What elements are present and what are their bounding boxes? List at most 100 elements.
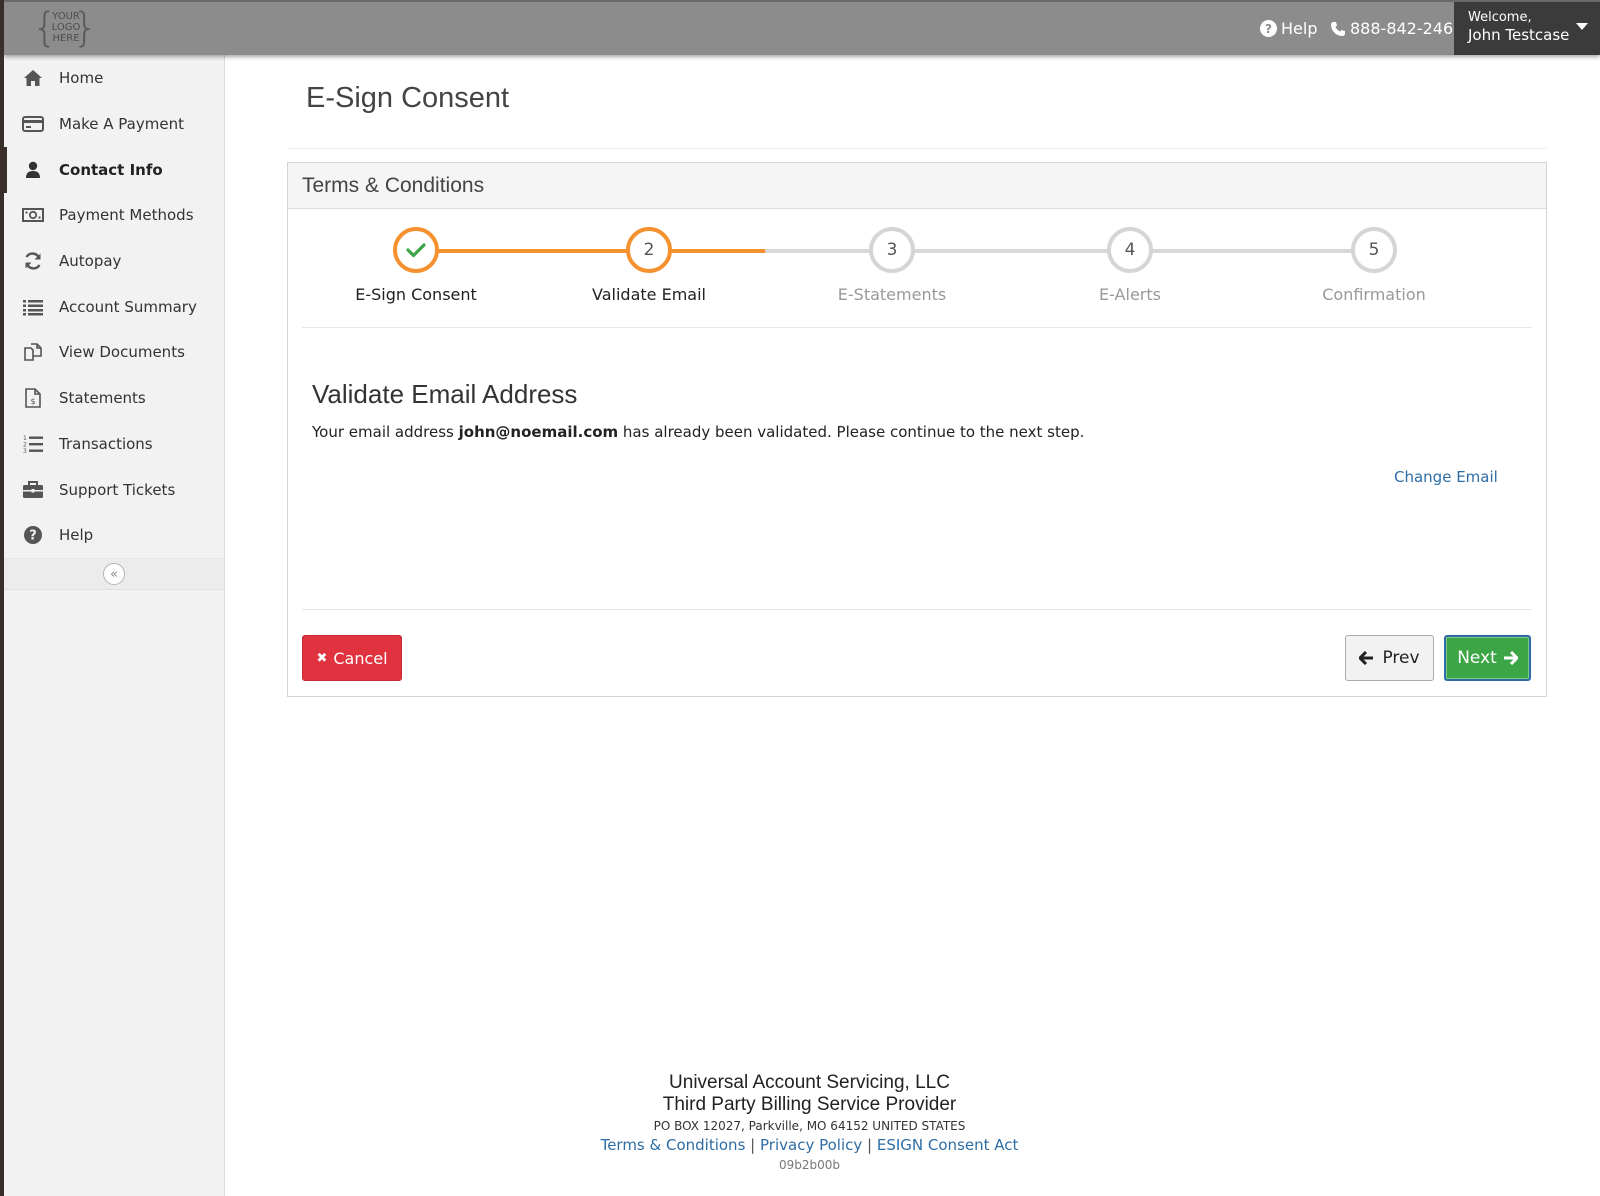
user-menu[interactable]: Welcome, John Testcase	[1454, 2, 1600, 55]
header-help-link[interactable]: ? Help	[1260, 19, 1317, 38]
documents-icon	[22, 342, 44, 362]
sidebar-item-home[interactable]: Home	[4, 56, 224, 102]
checkmark-icon	[406, 243, 426, 258]
arrow-right-icon	[1503, 651, 1518, 665]
credit-card-icon	[22, 114, 44, 134]
step-number: 5	[1368, 240, 1380, 260]
sidebar-item-label: Payment Methods	[59, 206, 194, 225]
question-circle-icon: ?	[1260, 20, 1277, 37]
step-5-circle[interactable]: 5	[1351, 227, 1397, 273]
footer: Universal Account Servicing, LLC Third P…	[225, 1072, 1394, 1172]
step-number: 3	[886, 240, 898, 260]
sidebar-item-label: Help	[59, 526, 94, 545]
step-connector-4-5	[1130, 249, 1374, 253]
sidebar-item-label: Contact Info	[59, 160, 163, 179]
money-icon	[22, 205, 44, 225]
sidebar-item-help[interactable]: ? Help	[4, 512, 224, 558]
step-connector-3-4	[892, 249, 1130, 253]
numbered-list-icon: 123	[22, 434, 44, 454]
sidebar-item-support-tickets[interactable]: Support Tickets	[4, 467, 224, 513]
sidebar-item-label: Make A Payment	[59, 115, 184, 134]
step-number: 2	[643, 240, 655, 260]
sidebar-item-contact-info[interactable]: Contact Info	[4, 146, 224, 193]
step-number: 4	[1124, 240, 1136, 260]
step-3-circle[interactable]: 3	[869, 227, 915, 273]
divider	[302, 609, 1532, 610]
sidebar-item-view-documents[interactable]: View Documents	[4, 330, 224, 376]
sidebar-item-transactions[interactable]: 123 Transactions	[4, 421, 224, 467]
message-text-after: has already been validated. Please conti…	[618, 423, 1085, 441]
progress-stepper: 2 3 4 5 E-Sign Consent Validate Email E-…	[288, 209, 1546, 327]
sidebar-item-statements[interactable]: $ Statements	[4, 375, 224, 421]
step-2-label: Validate Email	[592, 285, 706, 304]
divider	[302, 327, 1532, 328]
sidebar-item-label: Support Tickets	[59, 480, 176, 499]
sidebar-item-payment-methods[interactable]: Payment Methods	[4, 193, 224, 239]
sidebar-collapse-bar: «	[4, 558, 224, 591]
build-id: 09b2b00b	[778, 1158, 841, 1172]
cancel-button-label: Cancel	[333, 648, 388, 668]
sidebar-item-make-a-payment[interactable]: Make A Payment	[4, 101, 224, 147]
step-4-circle[interactable]: 4	[1107, 227, 1153, 273]
privacy-policy-link[interactable]: Privacy Policy	[760, 1136, 862, 1154]
message-text-before: Your email address	[312, 423, 459, 441]
home-icon	[22, 68, 44, 88]
close-icon: ✖	[316, 650, 328, 666]
header-phone-number: 888-842-2461	[1350, 19, 1464, 38]
sidebar-item-label: Transactions	[59, 434, 153, 453]
top-bar: { YOUR LOGO HERE } ? Help 888-842-2461 Wel…	[4, 0, 1600, 55]
sidebar-item-account-summary[interactable]: Account Summary	[4, 284, 224, 330]
divider	[287, 148, 1547, 149]
page-title: E-Sign Consent	[306, 82, 510, 114]
email-address: john@noemail.com	[458, 423, 619, 441]
step-5-label: Confirmation	[1322, 285, 1426, 304]
caret-down-icon	[1576, 23, 1588, 30]
next-button[interactable]: Next	[1444, 635, 1531, 681]
svg-text:?: ?	[29, 529, 37, 544]
step-4-label: E-Alerts	[1099, 285, 1161, 304]
double-chevron-left-icon[interactable]: «	[103, 563, 125, 586]
refresh-icon	[22, 251, 44, 271]
logo[interactable]: { YOUR LOGO HERE }	[32, 6, 98, 50]
company-name: Universal Account Servicing, LLC	[669, 1072, 950, 1093]
next-button-label: Next	[1457, 648, 1497, 668]
cancel-button[interactable]: ✖ Cancel	[302, 635, 402, 681]
change-email-link[interactable]: Change Email	[1394, 468, 1498, 486]
sidebar-item-label: Statements	[59, 389, 146, 408]
sidebar-item-label: Autopay	[59, 252, 122, 271]
esign-consent-act-link[interactable]: ESIGN Consent Act	[877, 1136, 1019, 1154]
header-help-label: Help	[1281, 19, 1318, 38]
prev-button[interactable]: Prev	[1345, 635, 1434, 681]
step-3-label: E-Statements	[837, 285, 947, 304]
sidebar-item-label: Home	[59, 69, 104, 88]
step-connector-1-2	[416, 249, 649, 253]
briefcase-icon	[22, 480, 44, 500]
user-icon	[22, 160, 44, 180]
prev-button-label: Prev	[1382, 648, 1420, 668]
statement-icon: $	[22, 388, 44, 408]
step-1-circle[interactable]	[393, 227, 439, 273]
terms-panel: Terms & Conditions 2 3 4 5 E-Sign Consen	[287, 162, 1547, 697]
section-title: Validate Email Address	[312, 379, 578, 409]
footer-links: Terms & Conditions | Privacy Policy | ES…	[225, 1136, 1394, 1154]
step-1-label: E-Sign Consent	[355, 285, 477, 304]
phone-icon	[1331, 21, 1345, 36]
link-separator: |	[867, 1136, 873, 1154]
svg-text:3: 3	[23, 448, 27, 454]
question-circle-icon: ?	[22, 525, 44, 545]
sidebar-item-autopay[interactable]: Autopay	[4, 238, 224, 284]
sidebar-item-label: Account Summary	[59, 297, 197, 316]
company-address: PO BOX 12027, Parkville, MO 64152 UNITED…	[653, 1119, 966, 1133]
company-tagline: Third Party Billing Service Provider	[662, 1094, 957, 1115]
step-2-circle[interactable]: 2	[626, 227, 672, 273]
arrow-left-icon	[1359, 651, 1374, 665]
app-frame: { YOUR LOGO HERE } ? Help 888-842-2461 Wel…	[4, 0, 1600, 1196]
terms-link[interactable]: Terms & Conditions	[601, 1136, 746, 1154]
list-icon	[22, 297, 44, 317]
header-phone-link[interactable]: 888-842-2461	[1330, 19, 1463, 38]
validation-message: Your email address john@noemail.com has …	[312, 423, 1084, 441]
panel-title: Terms & Conditions	[288, 163, 1546, 209]
sidebar-item-label: View Documents	[59, 343, 185, 362]
link-separator: |	[750, 1136, 756, 1154]
sidebar: Home Make A Payment Contact Info Payment…	[4, 55, 225, 1196]
